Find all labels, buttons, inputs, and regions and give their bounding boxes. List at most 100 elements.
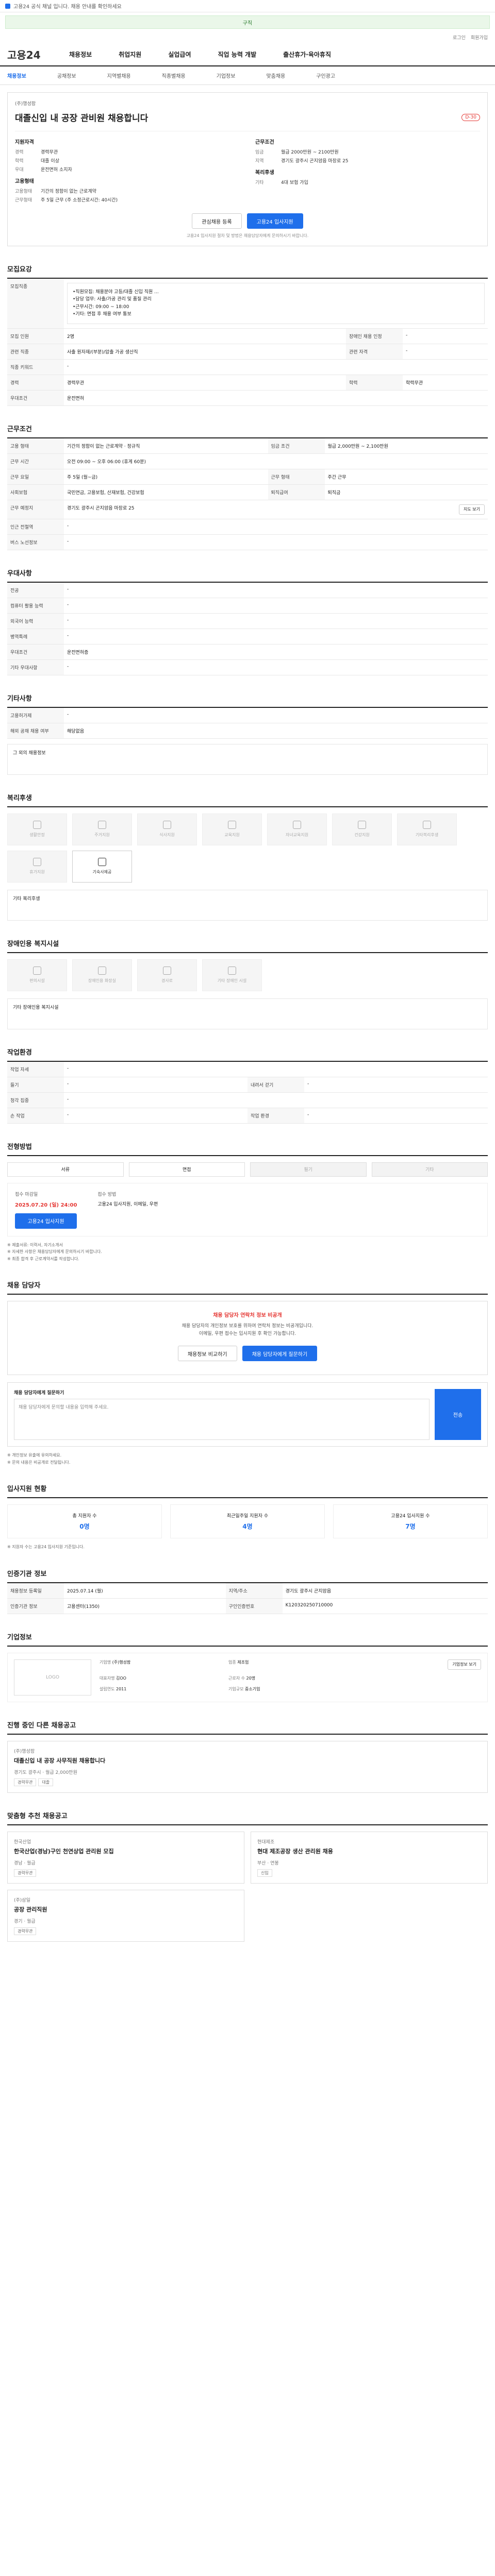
conditions-table: 고용 형태 기간의 정함이 없는 근로계약 · 정규직 임금 조건 월급 2,000만… — [7, 438, 488, 550]
compare-button[interactable]: 채용정보 비교하기 — [177, 1346, 237, 1362]
company-logo: LOGO — [14, 1659, 91, 1696]
section-title: 근무조건 — [7, 423, 488, 438]
gnb-item-leave[interactable]: 출산휴가·육아휴직 — [283, 50, 331, 59]
welfare-tile-active: 기숙사제공 — [72, 850, 132, 883]
gnb-item-jobs[interactable]: 채용정보 — [69, 50, 92, 59]
subnav-item-2[interactable]: 지역별채용 — [107, 72, 131, 79]
note-line: ※ 개인정보 유출에 유의하세요. — [7, 1453, 62, 1458]
row-header: 전공 — [7, 582, 64, 598]
info-key: 기업규모 — [228, 1687, 244, 1692]
site-logo[interactable]: 고용24 — [7, 47, 69, 62]
company-info-button[interactable]: 기업정보 보기 — [448, 1659, 481, 1670]
row-value: 운전면허증 — [64, 644, 488, 660]
disability-section: 장애인용 복지시설 편의시설 장애인용 화장실 경사로 기타 장애인 시설 기타… — [7, 938, 488, 1029]
process-notes: ※ 제출서류: 이력서, 자기소개서 ※ 자세한 사항은 채용담당자에게 문의하… — [7, 1242, 488, 1263]
subnav-item-1[interactable]: 공채정보 — [57, 72, 76, 79]
row-value: - — [304, 1077, 488, 1093]
row-header: 학력 — [345, 375, 403, 391]
row-value: - — [64, 659, 488, 675]
welfare-icon — [33, 821, 41, 829]
gnb-item-benefits[interactable]: 실업급여 — [168, 50, 191, 59]
welfare-section: 복리후생 생활안정 주거지원 식사지원 교육지원 자녀교육지원 건강지원 기타복… — [7, 792, 488, 921]
facility-tile: 편의시설 — [7, 959, 67, 991]
subnav-item-0[interactable]: 채용정보 — [7, 72, 26, 79]
card-company: 현대제조 — [257, 1839, 275, 1845]
kv-key: 지역 — [255, 159, 264, 164]
row-value: 주 5일 (월~금) — [64, 469, 268, 485]
card-meta: 경남 · 월급 — [14, 1860, 36, 1866]
row-value: - — [64, 1061, 488, 1077]
map-button[interactable]: 지도 보기 — [459, 504, 485, 515]
section-title: 인증기관 정보 — [7, 1568, 488, 1583]
card-meta: 부산 · 연봉 — [257, 1860, 279, 1866]
row-header: 관련 자격 — [345, 344, 403, 360]
row-header: 외국어 능력 — [7, 613, 64, 629]
applicant-stats: 총 지원자 수 0명 최근일주일 지원자 수 4명 고용24 입사지원 수 7명 — [7, 1504, 488, 1539]
facility-icon — [163, 967, 171, 975]
section-title: 작업환경 — [7, 1047, 488, 1062]
row-header: 고용 형태 — [7, 438, 64, 454]
row-header: 컴퓨터 활용 능력 — [7, 598, 64, 614]
job-card[interactable]: (주)삼일 공장 관리직원 경기 · 월급 경력무관 — [7, 1889, 244, 1942]
section-title: 모집요강 — [7, 264, 488, 279]
tile-label: 건강지원 — [354, 833, 370, 838]
summary-right: 근무조건 임금 월급 2000만원 ~ 2100만원 지역 경기도 광주시 곤지암읍… — [255, 138, 480, 205]
row-header: 기타 우대사항 — [7, 659, 64, 675]
status-banner[interactable]: 구직 — [5, 15, 490, 29]
subnav-item-5[interactable]: 맞춤채용 — [266, 72, 285, 79]
stat-week: 최근일주일 지원자 수 4명 — [170, 1504, 325, 1539]
info-key: 대표자명 — [100, 1675, 115, 1681]
section-title: 우대사항 — [7, 568, 488, 583]
row-value: 학력무관 — [402, 375, 488, 391]
login-link[interactable]: 로그인 — [453, 34, 466, 41]
section-title: 복리후생 — [7, 792, 488, 807]
apply-button[interactable]: 고용24 입사지원 — [246, 213, 303, 229]
row-header: 작업 자세 — [7, 1061, 64, 1077]
job-card[interactable]: (주)행성팜 대졸신입 내 공장 사무직원 채용합니다 경기도 광주시 · 월급… — [7, 1740, 488, 1793]
deadline-box: 접수 마감일 2025.07.20 (일) 24:00 고용24 입사지원 접수… — [7, 1182, 488, 1236]
row-value: - — [64, 1108, 248, 1124]
gnb-item-support[interactable]: 취업지원 — [119, 50, 141, 59]
job-card[interactable]: 한국산업 한국산업(경남)구인 천연상업 관리원 모집 경남 · 월급 경력무관 — [7, 1831, 244, 1884]
save-job-button[interactable]: 관심채용 등록 — [192, 213, 242, 229]
row-header: 병역특례 — [7, 629, 64, 645]
job-summary: (주)행성팜 대졸신입 내 공장 관비원 채용합니다 D-30 지원자격 경력 경력… — [7, 92, 488, 246]
ask-button[interactable]: 채용 담당자에게 질문하기 — [242, 1346, 318, 1362]
row-header: 해외 공채 채용 여부 — [7, 723, 64, 739]
row-header: 모집 인원 — [7, 328, 64, 344]
row-header: 관련 직종 — [7, 344, 64, 360]
step-document: 서류 — [7, 1162, 124, 1177]
row-header: 채용정보 등록일 — [7, 1583, 64, 1599]
row-value: 주간 근무 — [324, 469, 488, 485]
welfare-tile: 식사지원 — [137, 813, 197, 845]
info-value: 2011 — [116, 1687, 127, 1692]
dday-badge: D-30 — [461, 113, 480, 121]
send-button[interactable]: 전송 — [435, 1389, 481, 1440]
info-value: 제조업 — [237, 1659, 249, 1665]
gnb-item-training[interactable]: 직업 능력 개발 — [218, 50, 257, 59]
method-label: 접수 방법 — [97, 1192, 117, 1197]
subnav-item-3[interactable]: 직종별채용 — [162, 72, 186, 79]
row-value: 오전 09:00 ~ 오후 06:00 (휴게 60분) — [64, 453, 488, 469]
welfare-grid: 생활안정 주거지원 식사지원 교육지원 자녀교육지원 건강지원 기타복리후생 휴… — [7, 813, 488, 883]
kv-key: 근무형태 — [15, 198, 32, 203]
summary-right-title: 근무조건 — [255, 140, 274, 145]
deadline-label: 접수 마감일 — [15, 1192, 38, 1197]
apply-button-2[interactable]: 고용24 입사지원 — [15, 1213, 77, 1229]
card-title: 한국산업(경남)구인 천연상업 관리원 모집 — [14, 1848, 114, 1855]
info-value: (주)행성팜 — [112, 1659, 131, 1665]
row-header: 경력 — [7, 375, 64, 391]
row-header: 청각 집중 — [7, 1092, 64, 1108]
kv-value: 경력무관 — [41, 150, 58, 155]
signup-link[interactable]: 회원가입 — [471, 34, 488, 41]
subnav-item-6[interactable]: 구인광고 — [316, 72, 335, 79]
tile-label: 자녀교육지원 — [285, 833, 309, 838]
contact-section: 채용 담당자 채용 담당자 연락처 정보 비공개 채용 담당자의 개인정보 보호… — [7, 1280, 488, 1466]
step-interview: 면접 — [128, 1162, 245, 1177]
stat-label: 최근일주일 지원자 수 — [226, 1514, 269, 1519]
job-card[interactable]: 현대제조 현대 제조공장 생산 관리원 채용 부산 · 연봉 신입 — [251, 1831, 488, 1884]
subnav-item-4[interactable]: 기업정보 — [217, 72, 236, 79]
row-header: 우대조건 — [7, 390, 64, 406]
question-textarea[interactable]: 채용 담당자에게 문의할 내용을 입력해 주세요. — [14, 1399, 430, 1440]
section-title: 입사지원 현황 — [7, 1483, 488, 1499]
